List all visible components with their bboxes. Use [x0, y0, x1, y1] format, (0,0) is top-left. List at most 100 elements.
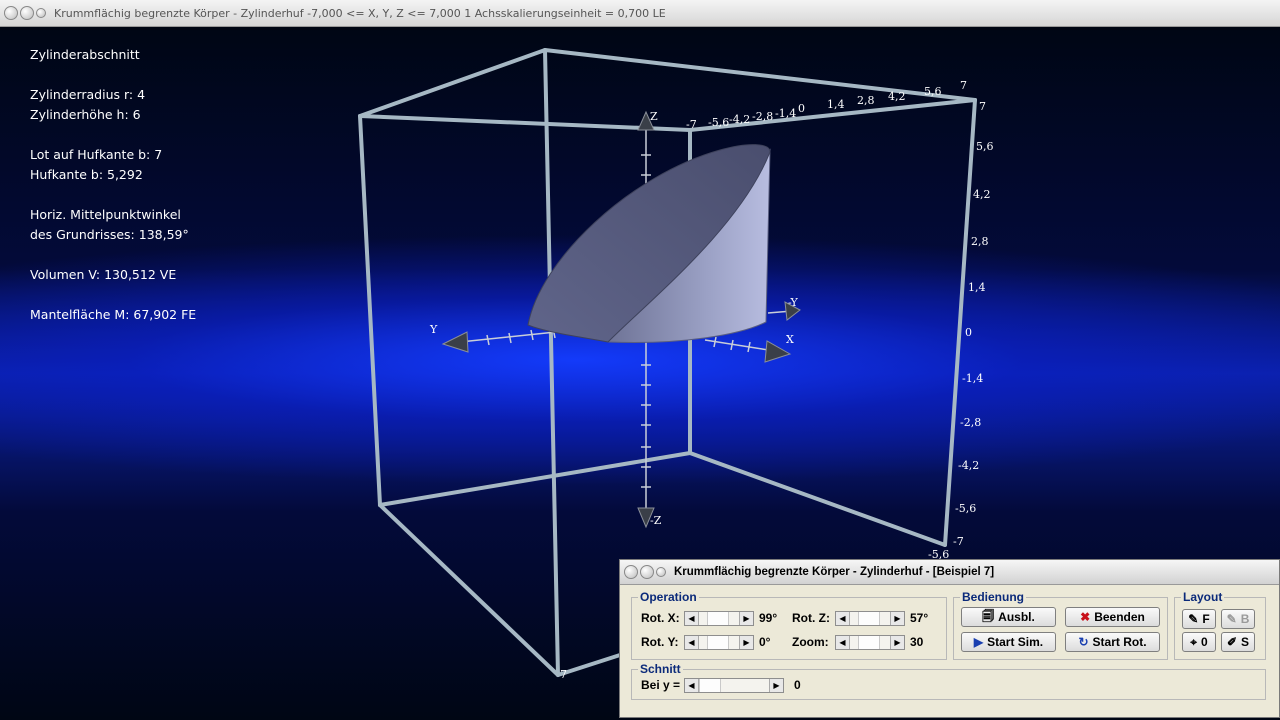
z-axis-label: Z [650, 110, 658, 123]
neg-y-axis-label: -Y [788, 296, 799, 309]
tick-label: -4,2 [729, 113, 750, 126]
tick-label: 7 [960, 79, 967, 92]
window-buttons[interactable] [4, 6, 48, 20]
scroll-right-icon[interactable]: ▶ [890, 636, 904, 649]
rot-y-value: 0° [759, 635, 771, 649]
scroll-left-icon[interactable]: ◀ [836, 612, 850, 625]
y-axis-label: Y [429, 323, 438, 336]
window-circle-icon[interactable] [20, 6, 34, 20]
tick-label: 5,6 [924, 85, 942, 98]
scroll-left-icon[interactable]: ◀ [685, 679, 699, 692]
document-icon: 🗐 [982, 608, 995, 623]
control-window: Krummflächig begrenzte Körper - Zylinder… [619, 559, 1280, 718]
control-window-title: Krummflächig begrenzte Körper - Zylinder… [674, 566, 995, 578]
rot-y-label: Rot. Y: [641, 635, 679, 649]
schnitt-scrollbar[interactable]: ◀ ▶ [684, 678, 784, 693]
tick-label: 2,8 [971, 235, 989, 248]
scroll-thumb[interactable] [858, 636, 880, 649]
tick-label: 1,4 [827, 98, 845, 111]
play-icon: ▶ [973, 635, 984, 649]
start-sim-button[interactable]: ▶ Start Sim. [961, 632, 1056, 652]
main-title-bar: Krummflächig begrenzte Körper - Zylinder… [0, 0, 1280, 27]
zoom-label: Zoom: [792, 635, 829, 649]
scroll-right-icon[interactable]: ▶ [739, 636, 753, 649]
tick-label: -7 [686, 118, 697, 131]
rot-z-label: Rot. Z: [792, 611, 830, 625]
control-title-bar[interactable]: Krummflächig begrenzte Körper - Zylinder… [620, 560, 1279, 585]
info-hufkante: Hufkante b: 5,292 [30, 167, 143, 182]
info-angle-line2: des Grundrisses: 138,59° [30, 227, 189, 242]
zoom-value: 30 [910, 635, 924, 649]
scroll-left-icon[interactable]: ◀ [836, 636, 850, 649]
layout-b-button[interactable]: ✎ B [1221, 609, 1255, 629]
scroll-left-icon[interactable]: ◀ [685, 612, 699, 625]
tick-label: -4,2 [958, 459, 979, 472]
rot-x-value: 99° [759, 611, 778, 625]
bedienung-legend: Bedienung [962, 590, 1024, 604]
start-rot-button[interactable]: ↻ Start Rot. [1065, 632, 1160, 652]
tick-label: -1,4 [962, 372, 983, 385]
layout-f-button[interactable]: ✎ F [1182, 609, 1216, 629]
scroll-left-icon[interactable]: ◀ [685, 636, 699, 649]
info-lot: Lot auf Hufkante b: 7 [30, 147, 163, 162]
schnitt-label: Bei y = [641, 678, 681, 692]
tick-label: -2,8 [752, 110, 773, 123]
bottom-corner-label: 7 [560, 668, 567, 681]
schnitt-legend: Schnitt [640, 662, 681, 676]
tick-label: -7 [953, 535, 964, 548]
scroll-right-icon[interactable]: ▶ [769, 679, 783, 692]
rot-z-scrollbar[interactable]: ◀ ▶ [835, 611, 905, 626]
tick-label: -5,6 [955, 502, 976, 515]
window-circle-icon[interactable] [656, 567, 666, 577]
crosshair-icon: ⌖ [1190, 634, 1198, 649]
tick-label: 7 [979, 100, 986, 113]
ausblenden-button[interactable]: 🗐 Ausbl. [961, 607, 1056, 627]
info-panel: Zylinderabschnitt Zylinderradius r: 4 Zy… [30, 45, 196, 325]
scroll-thumb[interactable] [858, 612, 880, 625]
window-circle-icon[interactable] [640, 565, 654, 579]
rotate-icon: ↻ [1078, 635, 1089, 649]
scroll-thumb[interactable] [707, 636, 729, 649]
layout-s-button[interactable]: ✐ S [1221, 632, 1255, 652]
window-buttons[interactable] [624, 565, 668, 579]
close-icon: ✖ [1080, 610, 1091, 624]
tick-label: -5,6 [708, 116, 729, 129]
tick-label: -1,4 [775, 107, 796, 120]
scroll-right-icon[interactable]: ▶ [890, 612, 904, 625]
info-height: Zylinderhöhe h: 6 [30, 107, 141, 122]
tick-label: 0 [798, 102, 805, 115]
info-angle-line1: Horiz. Mittelpunktwinkel [30, 207, 181, 222]
window-circle-icon[interactable] [36, 8, 46, 18]
brush-icon: ✎ [1188, 612, 1199, 626]
operation-legend: Operation [640, 590, 697, 604]
info-heading: Zylinderabschnitt [30, 47, 140, 62]
tick-label: -2,8 [960, 416, 981, 429]
scroll-thumb[interactable] [707, 612, 729, 625]
info-radius: Zylinderradius r: 4 [30, 87, 146, 102]
tick-label: 4,2 [973, 188, 991, 201]
schnitt-value: 0 [794, 678, 801, 692]
window-circle-icon[interactable] [4, 6, 18, 20]
info-volume: Volumen V: 130,512 VE [30, 267, 177, 282]
rot-x-label: Rot. X: [641, 611, 680, 625]
neg-z-axis-label: -Z [650, 514, 662, 527]
rot-x-scrollbar[interactable]: ◀ ▶ [684, 611, 754, 626]
rot-y-scrollbar[interactable]: ◀ ▶ [684, 635, 754, 650]
brush-icon: ✎ [1226, 612, 1237, 626]
scroll-right-icon[interactable]: ▶ [739, 612, 753, 625]
window-circle-icon[interactable] [624, 565, 638, 579]
zoom-scrollbar[interactable]: ◀ ▶ [835, 635, 905, 650]
x-axis [704, 336, 792, 363]
x-axis-label: X [786, 333, 794, 346]
layout-0-button[interactable]: ⌖ 0 [1182, 632, 1216, 652]
main-window-title: Krummflächig begrenzte Körper - Zylinder… [54, 6, 666, 20]
beenden-button[interactable]: ✖ Beenden [1065, 607, 1160, 627]
rot-z-value: 57° [910, 611, 929, 625]
info-surface: Mantelfläche M: 67,902 FE [30, 307, 197, 322]
tick-label: 0 [965, 326, 972, 339]
scroll-thumb[interactable] [699, 679, 721, 692]
tick-label: 2,8 [857, 94, 875, 107]
paint-icon: ✐ [1226, 635, 1238, 649]
tick-label: 4,2 [888, 90, 906, 103]
tick-label: 5,6 [976, 140, 994, 153]
